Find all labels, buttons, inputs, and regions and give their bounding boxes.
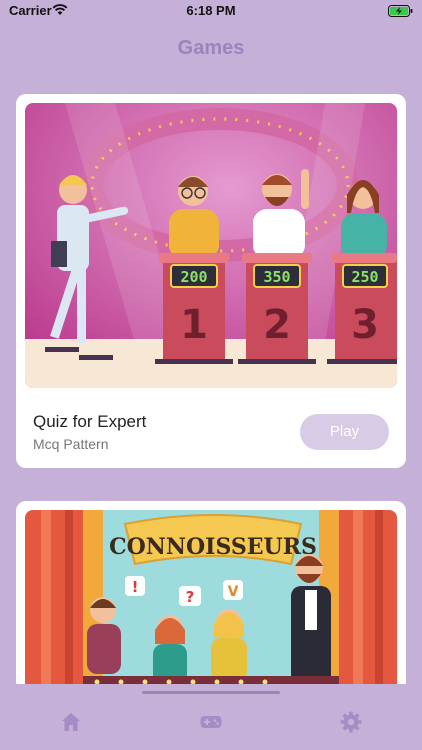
svg-text:350: 350	[263, 268, 290, 286]
svg-text:3: 3	[351, 302, 379, 348]
svg-text:?: ?	[186, 588, 195, 606]
status-time: 6:18 PM	[186, 3, 236, 18]
svg-text:200: 200	[180, 268, 207, 286]
banner-text: CONNOISSEURS	[109, 534, 317, 560]
battery-charging-icon	[388, 5, 413, 17]
home-indicator	[142, 691, 280, 694]
gamepad-icon[interactable]	[199, 710, 223, 734]
page-title: Games	[177, 37, 245, 59]
tab-bar	[0, 684, 422, 750]
game-card[interactable]: 200 350 250 1 2 3 Quiz for Expert Mcq Pa…	[16, 94, 406, 468]
game-title: Quiz for Expert	[33, 412, 147, 431]
play-button[interactable]: Play	[300, 414, 389, 450]
home-icon[interactable]	[59, 710, 83, 734]
status-bar: Carrier 6:18 PM	[0, 0, 422, 22]
game-subtitle: Mcq Pattern	[33, 436, 109, 452]
svg-text:1: 1	[180, 302, 208, 348]
svg-text:250: 250	[351, 268, 378, 286]
quiz-show-illustration: 200 350 250 1 2 3	[25, 103, 397, 388]
svg-text:V: V	[228, 584, 239, 600]
game-card[interactable]: CONNOISSEURS ! ? V	[16, 501, 406, 691]
connoisseurs-illustration: CONNOISSEURS ! ? V	[25, 510, 397, 691]
svg-text:2: 2	[263, 302, 291, 348]
svg-text:!: !	[132, 578, 139, 596]
gear-icon[interactable]	[339, 710, 363, 734]
